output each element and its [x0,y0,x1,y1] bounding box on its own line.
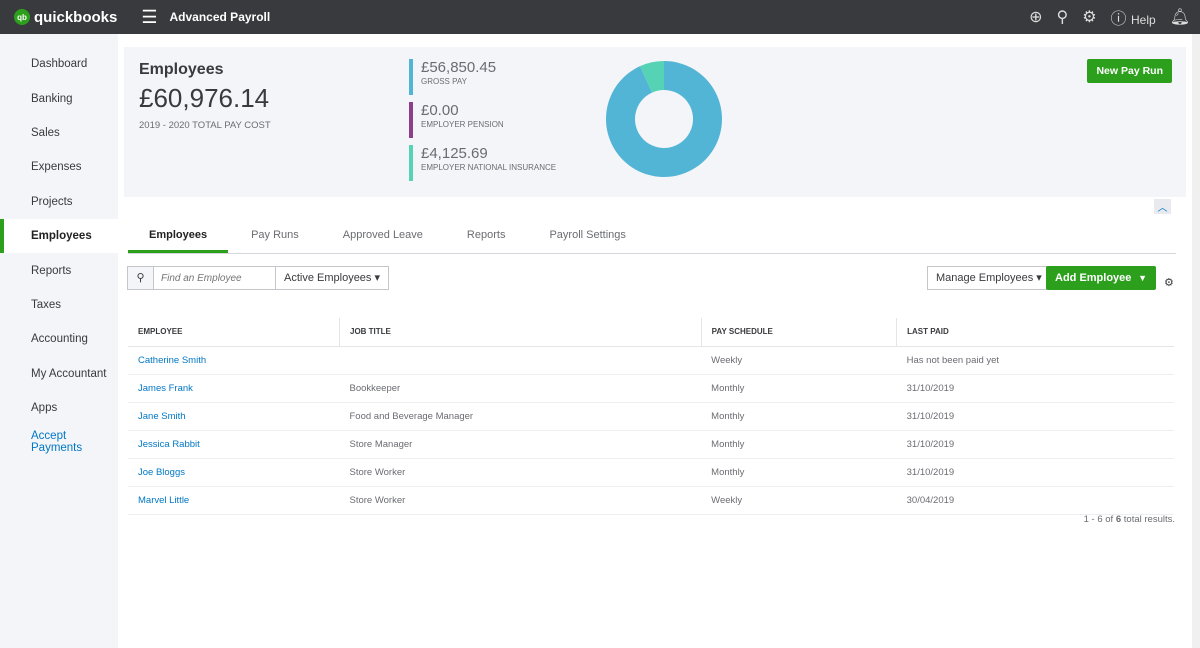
metric-2: £4,125.69 EMPLOYER NATIONAL INSURANCE [409,145,569,181]
pay-cost-donut-chart [606,61,722,177]
employee-search-input[interactable] [154,266,276,290]
metric-label: EMPLOYER NATIONAL INSURANCE [421,163,557,172]
sidebar-item-employees[interactable]: Employees [0,218,118,254]
quickbooks-logo[interactable]: qb quickbooks [14,9,117,26]
column-header[interactable]: EMPLOYEE [128,318,340,347]
hamburger-menu-icon[interactable]: ☰ [141,7,157,28]
metric-label: GROSS PAY [421,77,467,86]
add-employee-button[interactable]: Add Employee ▼ [1046,266,1156,290]
tab-reports[interactable]: Reports [446,220,527,253]
tab-approved-leave[interactable]: Approved Leave [322,220,444,253]
pay-schedule: Monthly [701,374,897,403]
job-title: Bookkeeper [339,374,702,403]
tab-pay-runs[interactable]: Pay Runs [230,220,320,253]
sidebar-item-apps[interactable]: Apps [0,391,118,425]
sidebar-item-banking[interactable]: Banking [0,81,118,115]
job-title: Food and Beverage Manager [339,402,702,431]
results-count: 1 - 6 of 6 total results. [1084,514,1175,525]
tabs: Employees Pay Runs Approved Leave Reports Pa… [128,220,1176,254]
sidebar: Dashboard Banking Sales Expenses Projects Emp… [0,34,118,648]
help-label: Help [1131,13,1156,27]
results-suffix: total results. [1123,514,1175,525]
metric-0: £56,850.45 GROSS PAY [409,59,569,95]
employee-name-link[interactable]: James Frank [128,374,340,403]
new-pay-run-button[interactable]: New Pay Run [1087,59,1172,83]
app-title: Advanced Payroll [169,10,271,24]
total-pay-cost-label: 2019 - 2020 TOTAL PAY COST [139,120,271,131]
pay-schedule: Weekly [701,346,897,375]
metric-value: £4,125.69 [421,145,488,162]
sidebar-item-accounting[interactable]: Accounting [0,322,118,356]
pay-schedule: Monthly [701,430,897,459]
column-header[interactable]: PAY SCHEDULE [700,318,897,347]
top-bar: qb quickbooks ☰ Advanced Payroll ⊕ ⚲ ⚙ ⓘ… [0,0,1200,34]
metric-value: £56,850.45 [421,59,497,76]
employee-name-link[interactable]: Marvel Little [128,486,340,515]
logo-text: quickbooks [34,8,118,26]
search-group: ⚲ Active Employees ▾ [127,266,390,290]
table-row[interactable]: Catherine Smith Weekly Has not been paid y… [128,346,1174,375]
employee-name-link[interactable]: Catherine Smith [128,346,340,375]
job-title: Store Manager [339,430,702,459]
sidebar-item-taxes[interactable]: Taxes [0,288,118,322]
table-settings-gear-icon[interactable]: ⚙ [1164,276,1174,289]
pay-schedule: Weekly [701,486,897,515]
table-row[interactable]: James Frank Bookkeeper Monthly 31/10/2019 [128,374,1174,403]
metric-1: £0.00 EMPLOYER PENSION [409,102,569,138]
employee-name-link[interactable]: Joe Bloggs [128,458,340,487]
last-paid: 31/10/2019 [896,458,1174,487]
employees-table: EMPLOYEE JOB TITLE PAY SCHEDULE LAST PAID C… [128,318,1174,515]
pay-schedule: Monthly [701,402,897,431]
column-header[interactable]: JOB TITLE [339,318,702,347]
metric-label: EMPLOYER PENSION [421,120,504,129]
total-pay-cost: £60,976.14 [139,83,270,113]
last-paid: 31/10/2019 [896,430,1174,459]
last-paid: 31/10/2019 [896,402,1174,431]
summary-title: Employees [139,61,224,78]
employee-name-link[interactable]: Jessica Rabbit [128,430,340,459]
sidebar-item-expenses[interactable]: Expenses [0,150,118,184]
help-icon: ⓘ [1110,11,1127,28]
manage-employees-dropdown[interactable]: Manage Employees ▾ [927,266,1051,290]
sidebar-item-projects[interactable]: Projects [0,185,118,219]
last-paid: 31/10/2019 [896,374,1174,403]
tab-employees[interactable]: Employees [128,220,229,253]
qb-logo-icon: qb [14,9,30,25]
help-button[interactable]: ⓘ Help [1111,5,1156,29]
search-icon[interactable]: ⚲ [1056,7,1068,27]
scrollbar[interactable] [1192,34,1200,648]
employee-filter-dropdown[interactable]: Active Employees ▾ [276,266,390,290]
last-paid: 30/04/2019 [896,486,1174,515]
collapse-summary-button[interactable]: ︿ [1154,199,1171,214]
sidebar-item-sales[interactable]: Sales [0,116,118,150]
table-row[interactable]: Jessica Rabbit Store Manager Monthly 31/10/… [128,430,1174,459]
filter-label: Active Employees [284,272,372,284]
add-label: Add Employee [1055,272,1132,284]
table-row[interactable]: Marvel Little Store Worker Weekly 30/04/201… [128,486,1174,515]
job-title: Store Worker [339,486,702,515]
plus-icon[interactable]: ⊕ [1029,7,1042,27]
metric-value: £0.00 [421,102,459,119]
gear-icon[interactable]: ⚙ [1082,7,1096,27]
sidebar-item-reports[interactable]: Reports [0,253,118,287]
results-prefix: 1 - 6 of [1083,514,1114,525]
job-title [339,346,702,375]
job-title: Store Worker [339,458,702,487]
summary-panel: Employees £60,976.14 2019 - 2020 TOTAL P… [124,47,1186,197]
last-paid: Has not been paid yet [896,346,1174,375]
bell-icon[interactable]: 🔔︎ [1170,7,1190,27]
tab-payroll-settings[interactable]: Payroll Settings [528,220,646,253]
column-header[interactable]: LAST PAID [896,318,1174,347]
search-icon[interactable]: ⚲ [127,266,154,290]
caret-down-icon[interactable]: ▼ [1138,266,1147,290]
table-row[interactable]: Jane Smith Food and Beverage Manager Month… [128,402,1174,431]
sidebar-item-dashboard[interactable]: Dashboard [0,47,118,81]
sidebar-item-accept-payments[interactable]: Accept Payments [0,425,118,459]
table-row[interactable]: Joe Bloggs Store Worker Monthly 31/10/2019 [128,458,1174,487]
sidebar-item-my-accountant[interactable]: My Accountant [0,357,118,391]
results-total: 6 [1115,514,1122,525]
pay-schedule: Monthly [701,458,897,487]
employee-name-link[interactable]: Jane Smith [128,402,340,431]
manage-label: Manage Employees [936,272,1034,284]
